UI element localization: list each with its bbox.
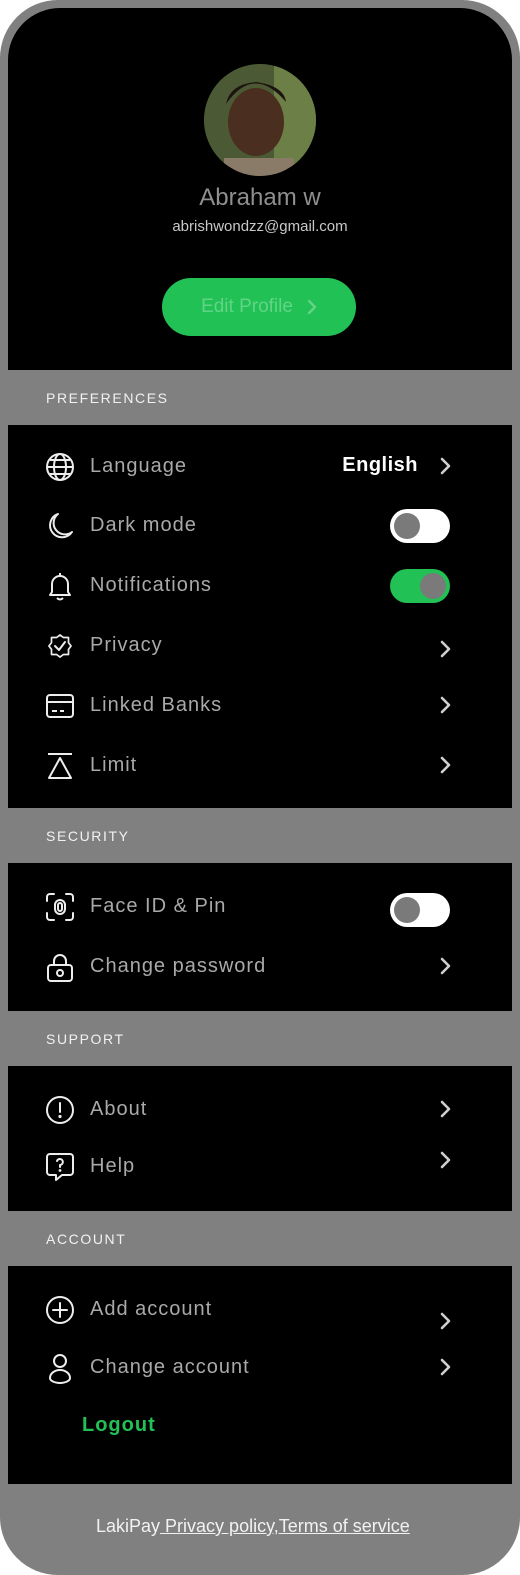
dark-mode-toggle[interactable] [390,509,450,543]
section-label-security: SECURITY [46,828,130,844]
help-label: Help [90,1155,136,1177]
face-id-label: Face ID & Pin [90,895,227,917]
lock-icon [44,951,76,983]
linked-banks-label: Linked Banks [90,694,223,716]
info-icon [44,1094,76,1126]
notifications-label: Notifications [90,574,212,596]
face-id-icon [44,891,76,923]
row-language[interactable]: Language English [8,441,512,493]
row-face-id: Face ID & Pin [8,881,512,933]
chevron-right-icon [307,299,317,315]
row-limit[interactable]: Limit [8,740,512,792]
plus-circle-icon [44,1294,76,1326]
change-password-label: Change password [90,955,267,977]
avatar[interactable] [204,64,316,176]
row-about[interactable]: About [8,1084,512,1136]
help-bubble-icon [44,1151,76,1183]
add-account-label: Add account [90,1298,213,1320]
chevron-right-icon [438,694,454,716]
language-label: Language [90,455,187,477]
toggle-knob [394,513,420,539]
row-notifications: Notifications [8,560,512,612]
preferences-panel: Language English Dark mode Notifications [8,425,512,808]
profile-email: abrishwondzz@gmail.com [172,218,348,235]
section-label-support: SUPPORT [46,1031,125,1047]
limit-label: Limit [90,754,138,776]
chevron-right-icon [438,1310,454,1332]
chevron-right-icon [438,455,454,477]
limit-icon [44,750,76,782]
settings-screen: Abraham w abrishwondzz@gmail.com Edit Pr… [0,0,520,1575]
profile-name: Abraham w [199,184,321,211]
terms-of-service-link[interactable]: Terms of service [279,1516,410,1536]
toggle-knob [420,573,446,599]
user-icon [44,1352,76,1384]
section-label-account: ACCOUNT [46,1231,127,1247]
logout-button[interactable]: Logout [82,1414,156,1437]
row-change-account[interactable]: Change account [8,1342,512,1394]
chevron-right-icon [438,955,454,977]
privacy-policy-link[interactable]: Privacy policy, [160,1516,279,1536]
edit-profile-button[interactable]: Edit Profile [162,278,356,336]
section-label-preferences: PREFERENCES [46,390,169,406]
chevron-right-icon [438,1356,454,1378]
row-linked-banks[interactable]: Linked Banks [8,680,512,732]
notifications-toggle[interactable] [390,569,450,603]
footer: LakiPay Privacy policy,Terms of service [96,1516,410,1537]
chevron-right-icon [438,754,454,776]
support-panel: About Help [8,1066,512,1211]
toggle-knob [394,897,420,923]
row-add-account[interactable]: Add account [8,1284,512,1336]
face-id-toggle[interactable] [390,893,450,927]
row-privacy[interactable]: Privacy [8,620,512,672]
row-change-password[interactable]: Change password [8,941,512,993]
privacy-label: Privacy [90,634,163,656]
shield-check-icon [44,630,76,662]
row-dark-mode: Dark mode [8,500,512,552]
globe-icon [44,451,76,483]
profile-header: Abraham w abrishwondzz@gmail.com Edit Pr… [8,8,512,370]
chevron-right-icon [438,1098,454,1120]
security-panel: Face ID & Pin Change password [8,863,512,1011]
edit-profile-label: Edit Profile [201,296,293,317]
credit-card-icon [44,690,76,722]
language-value: English [342,454,418,476]
change-account-label: Change account [90,1356,250,1378]
chevron-right-icon [438,1149,454,1171]
about-label: About [90,1098,148,1120]
moon-icon [44,510,76,542]
account-panel: Add account Change account [8,1266,512,1484]
dark-mode-label: Dark mode [90,514,197,536]
bell-icon [44,570,76,602]
chevron-right-icon [438,638,454,660]
footer-brand: LakiPay [96,1516,161,1536]
row-help[interactable]: Help [8,1141,512,1193]
